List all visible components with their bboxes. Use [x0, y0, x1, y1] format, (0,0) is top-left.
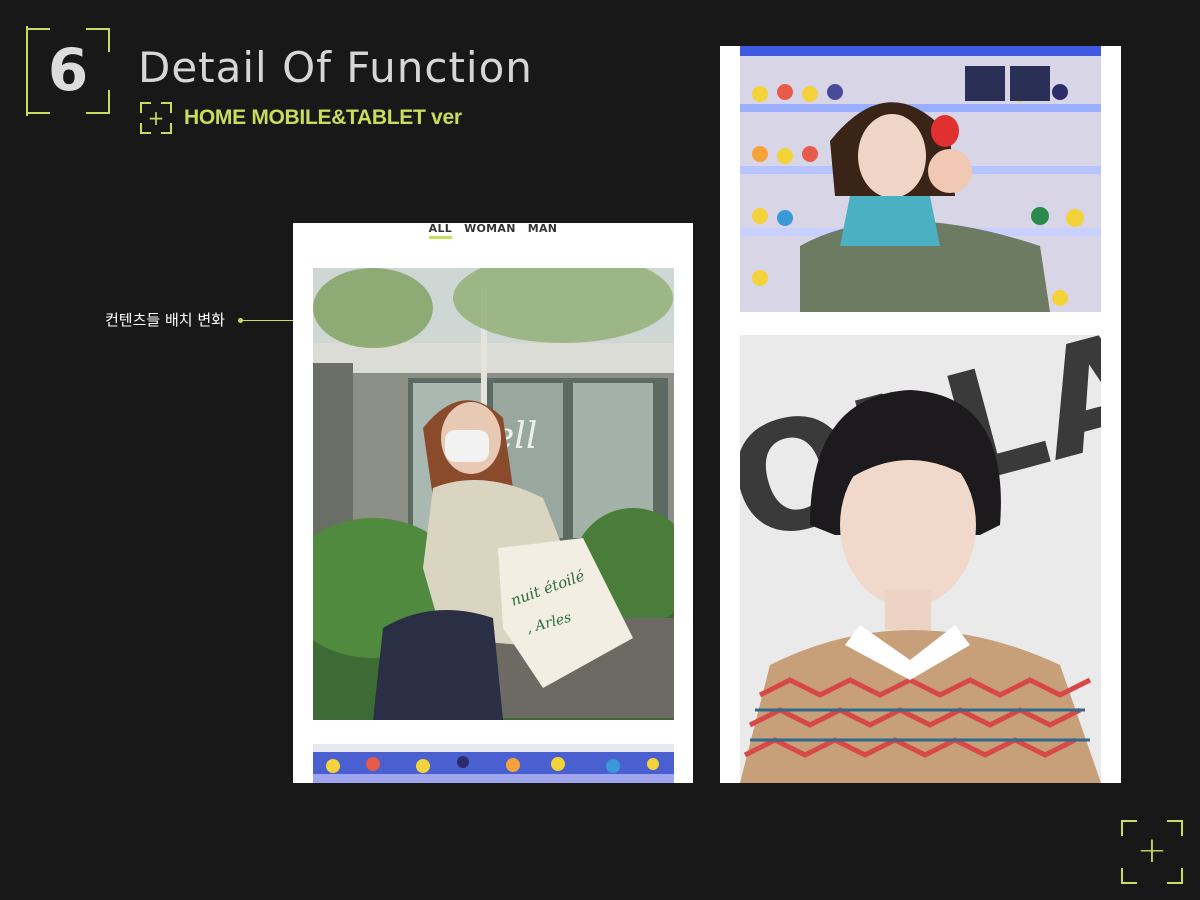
tab-all[interactable]: ALL	[428, 223, 453, 243]
photo-man-patterned-sweater-icon: OLLAT	[740, 335, 1101, 783]
photo-card-man-sweater[interactable]: OLLAT	[740, 335, 1101, 783]
tab-man[interactable]: MAN	[528, 223, 558, 243]
photo-woman-holding-duck-icon	[740, 46, 1101, 312]
plus-icon: +	[1136, 830, 1168, 871]
page-subtitle: HOME MOBILE&TABLET ver	[184, 106, 462, 129]
page-title: Detail Of Function	[138, 43, 533, 92]
add-button[interactable]: +	[1121, 820, 1183, 884]
tablet-preview-frame: OLLAT	[720, 46, 1121, 783]
section-number: 6	[47, 36, 89, 104]
photo-card-woman-duck[interactable]	[740, 46, 1101, 312]
photo-duck-shelf-partial-icon	[313, 744, 674, 783]
section-number-badge: 6	[26, 26, 110, 116]
tab-woman[interactable]: WOMAN	[464, 223, 516, 243]
category-tabs: ALL WOMAN MAN	[293, 223, 693, 243]
plus-glyph: +	[147, 106, 165, 130]
photo-woman-masked-tote-bag-icon: ell nuit étoilé , Arles	[313, 268, 674, 720]
photo-card-duck-shelf[interactable]	[313, 744, 674, 783]
annotation-label: 컨텐츠들 배치 변화	[105, 311, 225, 329]
photo-card-woman-masked[interactable]: ell nuit étoilé , Arles	[313, 268, 674, 720]
plus-icon: +	[140, 102, 172, 134]
mobile-preview-frame: ALL WOMAN MAN ell nuit étoilé , Arles	[293, 223, 693, 783]
